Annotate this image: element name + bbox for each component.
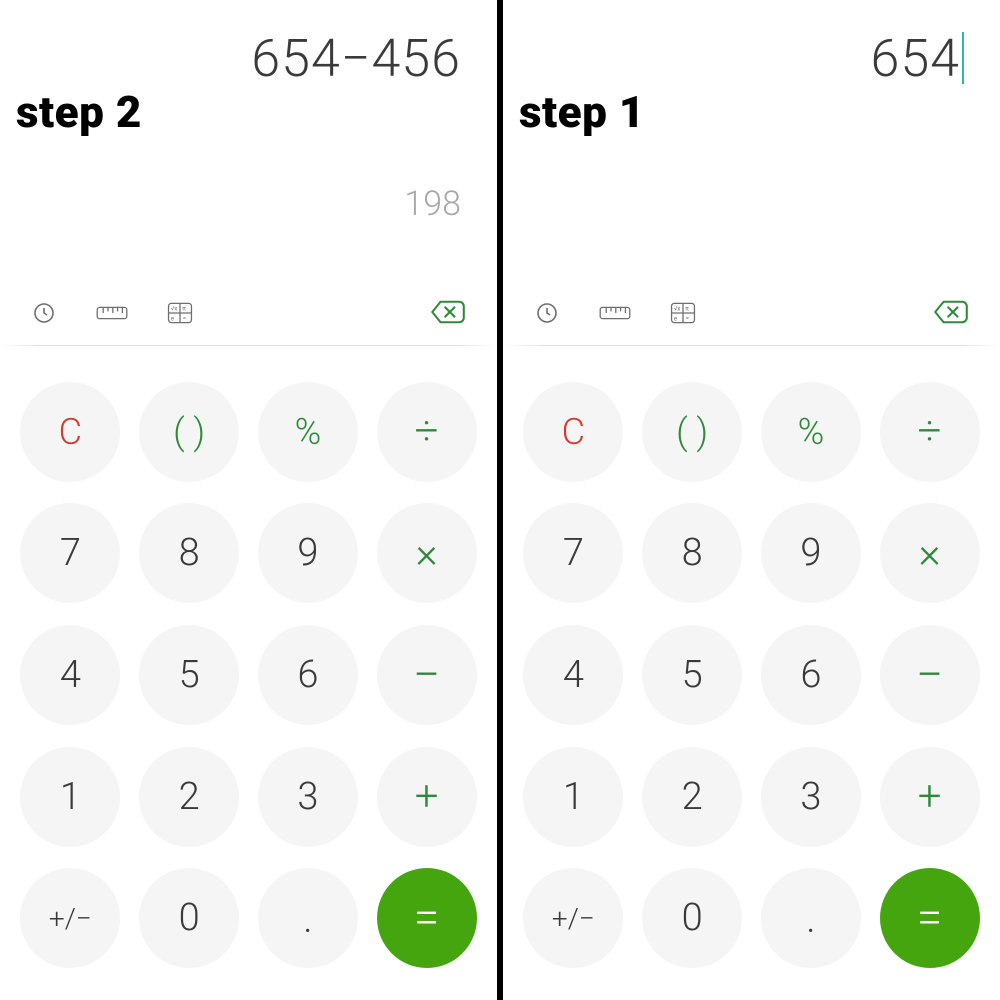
key-parentheses[interactable]: ( ) xyxy=(642,382,742,482)
key-4[interactable]: 4 xyxy=(20,625,120,725)
key-6[interactable]: 6 xyxy=(258,625,358,725)
key-percent[interactable]: % xyxy=(761,382,861,482)
calc-display: 654−456 step 2 198 √x π e = xyxy=(0,0,497,345)
key-5[interactable]: 5 xyxy=(642,625,742,725)
key-plus[interactable]: + xyxy=(880,747,980,847)
ruler-icon[interactable] xyxy=(96,300,128,326)
toolbelt: √x π e = xyxy=(0,299,497,327)
divider-line xyxy=(503,345,1000,346)
toolbelt: √x π e = xyxy=(503,299,1000,327)
key-divide[interactable]: ÷ xyxy=(377,382,477,482)
key-clear[interactable]: C xyxy=(20,382,120,482)
text-cursor xyxy=(962,32,964,84)
key-decimal[interactable]: . xyxy=(761,868,861,968)
history-icon[interactable] xyxy=(531,300,563,326)
backspace-icon[interactable] xyxy=(932,299,972,327)
key-clear[interactable]: C xyxy=(523,382,623,482)
svg-text:=: = xyxy=(686,315,689,322)
expression-text: 654−456 xyxy=(20,14,461,89)
svg-text:π: π xyxy=(685,306,689,313)
key-equals[interactable]: = xyxy=(880,868,980,968)
key-divide[interactable]: ÷ xyxy=(880,382,980,482)
key-plus[interactable]: + xyxy=(377,747,477,847)
key-percent[interactable]: % xyxy=(258,382,358,482)
keypad: C ( ) % ÷ 7 8 9 × 4 5 6 − 1 2 3 + +/− 0 … xyxy=(0,378,497,1000)
key-0[interactable]: 0 xyxy=(139,868,239,968)
key-parentheses[interactable]: ( ) xyxy=(139,382,239,482)
key-6[interactable]: 6 xyxy=(761,625,861,725)
calc-display: 654 step 1 √x π e = xyxy=(503,0,1000,345)
svg-text:e: e xyxy=(674,315,677,322)
screenshot-step-2: 654−456 step 2 198 √xπe= C ( ) % ÷ 7 8 9… xyxy=(0,0,497,1000)
key-3[interactable]: 3 xyxy=(258,747,358,847)
key-decimal[interactable]: . xyxy=(258,868,358,968)
svg-text:e: e xyxy=(171,315,174,322)
history-icon[interactable] xyxy=(28,300,60,326)
step-label: step 1 xyxy=(519,86,645,138)
svg-text:=: = xyxy=(183,315,186,322)
key-0[interactable]: 0 xyxy=(642,868,742,968)
divider-line xyxy=(0,345,497,346)
key-4[interactable]: 4 xyxy=(523,625,623,725)
key-sign[interactable]: +/− xyxy=(20,868,120,968)
result-text: 198 xyxy=(404,184,461,224)
key-sign[interactable]: +/− xyxy=(523,868,623,968)
key-2[interactable]: 2 xyxy=(139,747,239,847)
key-7[interactable]: 7 xyxy=(523,503,623,603)
screenshot-step-1: 654 step 1 √x π e = C ( ) % ÷ 7 8 9 × 4 xyxy=(503,0,1000,1000)
key-5[interactable]: 5 xyxy=(139,625,239,725)
key-8[interactable]: 8 xyxy=(642,503,742,603)
key-equals[interactable]: = xyxy=(377,868,477,968)
backspace-icon[interactable] xyxy=(429,299,469,327)
svg-text:√x: √x xyxy=(171,306,178,313)
key-multiply[interactable]: × xyxy=(377,503,477,603)
step-label: step 2 xyxy=(16,86,142,138)
key-1[interactable]: 1 xyxy=(20,747,120,847)
key-7[interactable]: 7 xyxy=(20,503,120,603)
key-8[interactable]: 8 xyxy=(139,503,239,603)
scientific-toggle-icon[interactable]: √x π e = xyxy=(164,300,196,326)
key-minus[interactable]: − xyxy=(880,625,980,725)
svg-text:π: π xyxy=(182,306,186,313)
ruler-icon[interactable] xyxy=(599,300,631,326)
key-9[interactable]: 9 xyxy=(761,503,861,603)
key-1[interactable]: 1 xyxy=(523,747,623,847)
comparison-canvas: { "left": { "step_label": "step 2", "exp… xyxy=(0,0,1000,1000)
key-3[interactable]: 3 xyxy=(761,747,861,847)
key-9[interactable]: 9 xyxy=(258,503,358,603)
key-2[interactable]: 2 xyxy=(642,747,742,847)
svg-text:√x: √x xyxy=(674,306,681,313)
keypad: C ( ) % ÷ 7 8 9 × 4 5 6 − 1 2 3 + +/− 0 … xyxy=(503,378,1000,1000)
pane-divider xyxy=(497,0,503,1000)
scientific-toggle-icon[interactable]: √x π e = xyxy=(667,300,699,326)
key-minus[interactable]: − xyxy=(377,625,477,725)
expression-text: 654 xyxy=(523,14,964,89)
key-multiply[interactable]: × xyxy=(880,503,980,603)
